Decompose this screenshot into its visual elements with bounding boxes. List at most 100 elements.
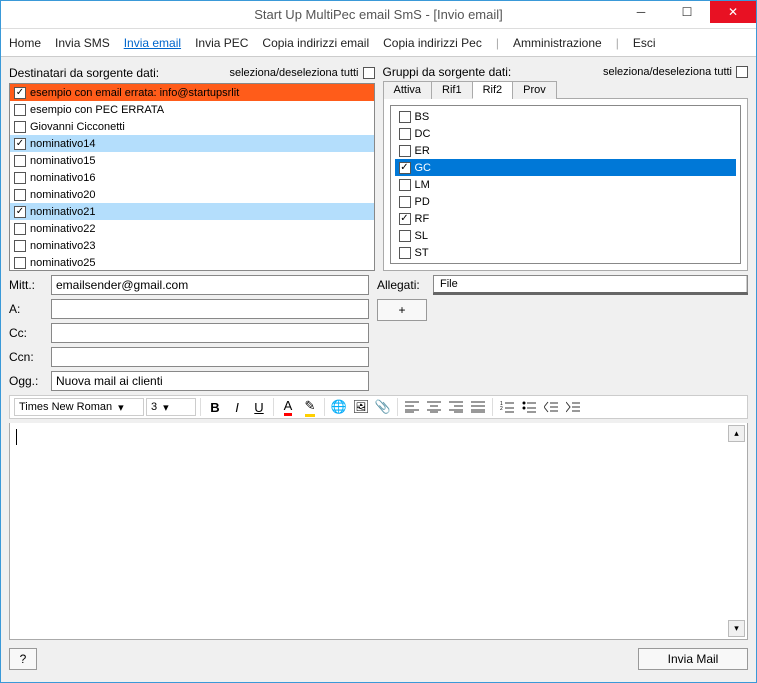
recipients-selectall-label: seleziona/deseleziona tutti xyxy=(229,67,358,79)
item-checkbox[interactable] xyxy=(399,196,411,208)
size-select[interactable]: 3▾ xyxy=(146,398,196,416)
list-item[interactable]: ST xyxy=(395,244,737,261)
menubar: Home Invia SMS Invia email Invia PEC Cop… xyxy=(1,29,756,57)
list-item[interactable]: nominativo25 xyxy=(10,254,374,271)
item-checkbox[interactable] xyxy=(14,155,26,167)
item-checkbox[interactable] xyxy=(14,138,26,150)
list-item[interactable]: GC xyxy=(395,159,737,176)
item-checkbox[interactable] xyxy=(14,104,26,116)
menu-amministrazione[interactable]: Amministrazione xyxy=(513,36,602,50)
align-left-button[interactable] xyxy=(402,397,422,417)
tab-rif2[interactable]: Rif2 xyxy=(472,81,514,99)
item-checkbox[interactable] xyxy=(14,206,26,218)
list-item[interactable]: RF xyxy=(395,210,737,227)
list-item[interactable]: LM xyxy=(395,176,737,193)
scroll-down-button[interactable]: ▾ xyxy=(728,620,745,637)
item-checkbox[interactable] xyxy=(399,162,411,174)
list-item[interactable]: BS xyxy=(395,108,737,125)
item-checkbox[interactable] xyxy=(14,223,26,235)
item-checkbox[interactable] xyxy=(399,145,411,157)
menu-invia-email[interactable]: Invia email xyxy=(124,36,181,50)
list-item[interactable]: PD xyxy=(395,193,737,210)
list-item[interactable]: nominativo20 xyxy=(10,186,374,203)
tab-rif1[interactable]: Rif1 xyxy=(431,81,473,99)
send-mail-button[interactable]: Invia Mail xyxy=(638,648,748,670)
cc-field[interactable] xyxy=(51,323,369,343)
link-icon[interactable]: 🌐 xyxy=(329,397,349,417)
align-center-button[interactable] xyxy=(424,397,444,417)
item-checkbox[interactable] xyxy=(14,240,26,252)
list-item[interactable]: nominativo21 xyxy=(10,203,374,220)
italic-button[interactable]: I xyxy=(227,397,247,417)
ogg-label: Ogg.: xyxy=(9,374,47,388)
a-field[interactable] xyxy=(51,299,369,319)
list-item[interactable]: nominativo14 xyxy=(10,135,374,152)
email-body-editor[interactable]: ▴ ▾ xyxy=(9,423,748,640)
ccn-field[interactable] xyxy=(51,347,369,367)
recipients-selectall-checkbox[interactable] xyxy=(363,67,375,79)
item-checkbox[interactable] xyxy=(399,179,411,191)
menu-home[interactable]: Home xyxy=(9,36,41,50)
font-select[interactable]: Times New Roman▾ xyxy=(14,398,144,416)
list-item[interactable]: nominativo16 xyxy=(10,169,374,186)
list-item[interactable]: ER xyxy=(395,142,737,159)
svg-text:2: 2 xyxy=(500,406,503,412)
item-checkbox[interactable] xyxy=(399,247,411,259)
ogg-field[interactable] xyxy=(51,371,369,391)
scroll-up-button[interactable]: ▴ xyxy=(728,425,745,442)
recipients-listbox[interactable]: esempio con email errata: info@startupsr… xyxy=(9,83,375,271)
groups-selectall-checkbox[interactable] xyxy=(736,66,748,78)
menu-invia-pec[interactable]: Invia PEC xyxy=(195,36,248,50)
outdent-button[interactable] xyxy=(541,397,561,417)
unordered-list-button[interactable] xyxy=(519,397,539,417)
item-checkbox[interactable] xyxy=(399,213,411,225)
justify-button[interactable] xyxy=(468,397,488,417)
list-item[interactable]: DC xyxy=(395,125,737,142)
tab-prov[interactable]: Prov xyxy=(512,81,557,99)
maximize-button[interactable]: ☐ xyxy=(664,1,710,23)
item-label: nominativo16 xyxy=(30,172,95,184)
close-button[interactable]: ✕ xyxy=(710,1,756,23)
bold-button[interactable]: B xyxy=(205,397,225,417)
item-checkbox[interactable] xyxy=(14,172,26,184)
indent-button[interactable] xyxy=(563,397,583,417)
list-item[interactable]: nominativo15 xyxy=(10,152,374,169)
menu-copia-pec[interactable]: Copia indirizzi Pec xyxy=(383,36,482,50)
image-icon[interactable]: 🖼 xyxy=(351,397,371,417)
item-label: ST xyxy=(415,247,429,259)
item-label: nominativo23 xyxy=(30,240,95,252)
ordered-list-button[interactable]: 12 xyxy=(497,397,517,417)
list-item[interactable]: nominativo22 xyxy=(10,220,374,237)
item-checkbox[interactable] xyxy=(399,230,411,242)
tab-attiva[interactable]: Attiva xyxy=(383,81,433,99)
attachment-icon[interactable]: 📎 xyxy=(373,397,393,417)
item-checkbox[interactable] xyxy=(14,87,26,99)
add-attachment-button[interactable]: + xyxy=(377,299,427,321)
item-checkbox[interactable] xyxy=(14,121,26,133)
a-label: A: xyxy=(9,302,47,316)
help-button[interactable]: ? xyxy=(9,648,37,670)
list-item[interactable]: esempio con PEC ERRATA xyxy=(10,101,374,118)
list-item[interactable]: nominativo23 xyxy=(10,237,374,254)
minimize-button[interactable]: ─ xyxy=(618,1,664,23)
list-item[interactable]: esempio con email errata: info@startupsr… xyxy=(10,84,374,101)
mitt-field[interactable] xyxy=(51,275,369,295)
list-item[interactable]: SL xyxy=(395,227,737,244)
item-checkbox[interactable] xyxy=(14,189,26,201)
list-item[interactable]: Giovanni Cicconetti xyxy=(10,118,374,135)
menu-invia-sms[interactable]: Invia SMS xyxy=(55,36,110,50)
font-color-button[interactable]: A xyxy=(278,397,298,417)
item-checkbox[interactable] xyxy=(14,257,26,269)
menu-esci[interactable]: Esci xyxy=(633,36,656,50)
item-checkbox[interactable] xyxy=(399,128,411,140)
item-checkbox[interactable] xyxy=(399,111,411,123)
groups-listbox[interactable]: BSDCERGC LM PDRFSL ST xyxy=(390,105,742,264)
menu-separator: | xyxy=(496,36,499,50)
recipients-panel: Destinatari da sorgente dati: seleziona/… xyxy=(9,63,375,271)
attachments-area[interactable] xyxy=(433,293,748,295)
highlight-button[interactable]: ✎ xyxy=(300,397,320,417)
item-label: LM xyxy=(415,179,430,191)
underline-button[interactable]: U xyxy=(249,397,269,417)
align-right-button[interactable] xyxy=(446,397,466,417)
menu-copia-email[interactable]: Copia indirizzi email xyxy=(262,36,369,50)
